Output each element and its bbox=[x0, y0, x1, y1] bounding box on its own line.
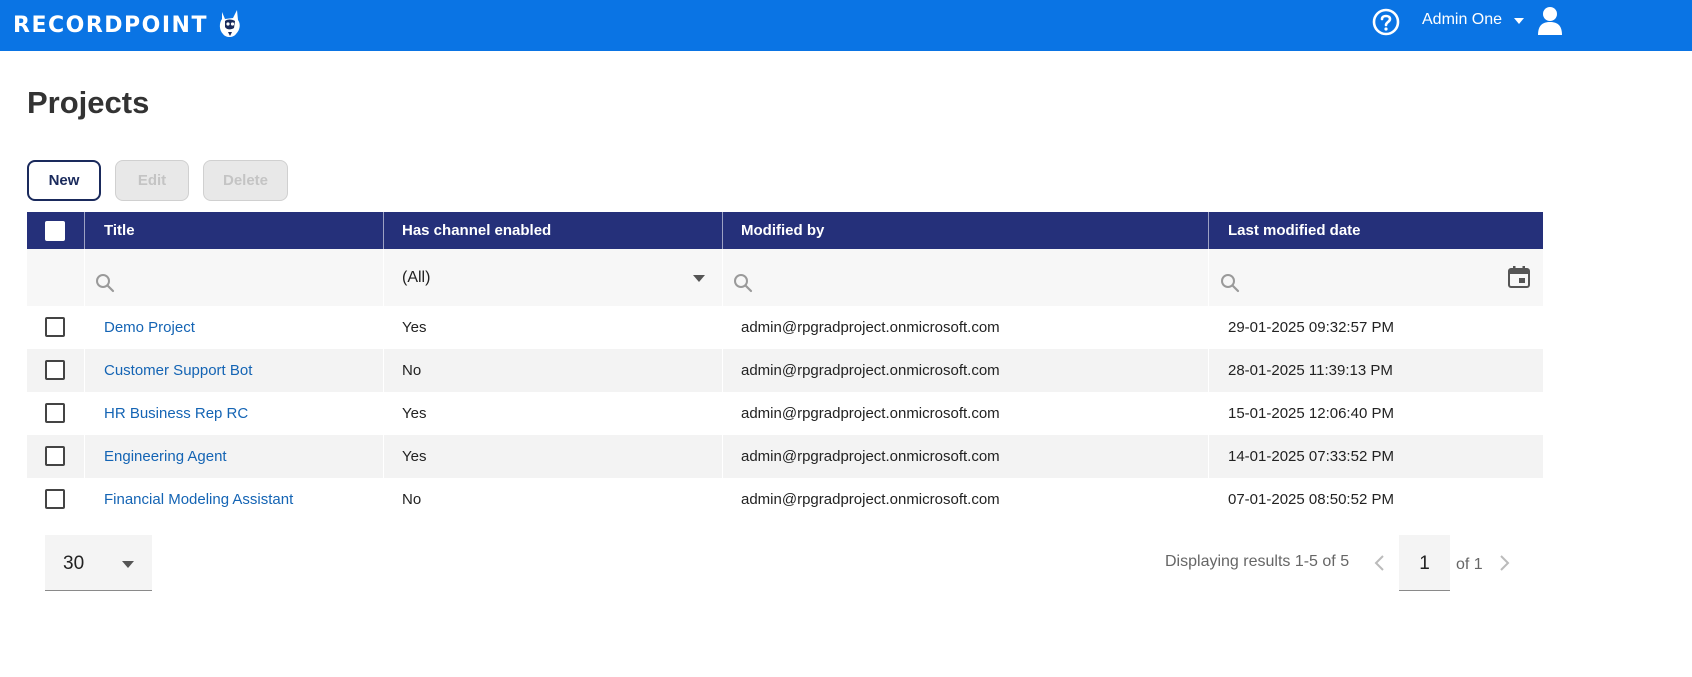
lynx-logo-icon bbox=[219, 10, 240, 37]
column-header-last-modified[interactable]: Last modified date bbox=[1228, 212, 1361, 249]
filter-row: (All) bbox=[27, 249, 1543, 306]
modified-date-value: 15-01-2025 12:06:40 PM bbox=[1228, 405, 1394, 422]
project-title-link[interactable]: Demo Project bbox=[104, 319, 195, 336]
column-header-title[interactable]: Title bbox=[104, 212, 135, 249]
column-divider bbox=[1208, 249, 1209, 306]
brand-name: RECORDPOINT bbox=[13, 12, 208, 38]
column-divider bbox=[84, 435, 85, 478]
column-divider bbox=[1208, 306, 1209, 349]
modified-date-value: 29-01-2025 09:32:57 PM bbox=[1228, 319, 1394, 336]
page-size-select[interactable]: 30 bbox=[45, 535, 152, 591]
table-row[interactable]: HR Business Rep RC Yes admin@rpgradproje… bbox=[27, 392, 1543, 435]
select-all-checkbox[interactable] bbox=[45, 221, 65, 241]
page-size-value: 30 bbox=[63, 553, 85, 574]
total-pages: of 1 bbox=[1456, 556, 1483, 573]
column-divider bbox=[84, 306, 85, 349]
modified-by-value: admin@rpgradproject.onmicrosoft.com bbox=[741, 491, 1000, 508]
column-divider bbox=[84, 249, 85, 306]
user-menu-name[interactable]: Admin One bbox=[1422, 11, 1502, 29]
search-icon[interactable] bbox=[95, 273, 115, 293]
column-divider bbox=[84, 478, 85, 521]
has-channel-value: No bbox=[402, 362, 422, 379]
column-divider bbox=[1208, 478, 1209, 521]
project-title-link[interactable]: HR Business Rep RC bbox=[104, 405, 248, 422]
chevron-right-icon[interactable] bbox=[1497, 554, 1511, 572]
column-divider bbox=[1208, 435, 1209, 478]
project-title-link[interactable]: Financial Modeling Assistant bbox=[104, 491, 293, 508]
search-icon[interactable] bbox=[733, 273, 753, 293]
column-divider bbox=[722, 392, 723, 435]
table-row[interactable]: Engineering Agent Yes admin@rpgradprojec… bbox=[27, 435, 1543, 478]
has-channel-value: Yes bbox=[402, 448, 427, 465]
column-divider bbox=[1208, 349, 1209, 392]
row-checkbox[interactable] bbox=[45, 360, 65, 380]
modified-date-value: 28-01-2025 11:39:13 PM bbox=[1228, 362, 1393, 379]
row-checkbox[interactable] bbox=[45, 317, 65, 337]
table-row[interactable]: Demo Project Yes admin@rpgradproject.onm… bbox=[27, 306, 1543, 349]
modified-by-value: admin@rpgradproject.onmicrosoft.com bbox=[741, 405, 1000, 422]
project-title-link[interactable]: Customer Support Bot bbox=[104, 362, 252, 379]
column-divider bbox=[722, 249, 723, 306]
row-checkbox[interactable] bbox=[45, 446, 65, 466]
column-divider bbox=[383, 392, 384, 435]
column-header-has-channel[interactable]: Has channel enabled bbox=[402, 212, 551, 249]
has-channel-value: Yes bbox=[402, 319, 427, 336]
recordpoint-logo[interactable]: RECORDPOINT bbox=[13, 10, 242, 40]
table-row[interactable]: Customer Support Bot No admin@rpgradproj… bbox=[27, 349, 1543, 392]
delete-button[interactable]: Delete bbox=[203, 160, 288, 201]
row-checkbox[interactable] bbox=[45, 489, 65, 509]
column-divider bbox=[383, 306, 384, 349]
column-divider bbox=[722, 212, 723, 249]
column-divider bbox=[722, 306, 723, 349]
column-divider bbox=[722, 478, 723, 521]
column-divider bbox=[383, 212, 384, 249]
has-channel-value: Yes bbox=[402, 405, 427, 422]
column-divider bbox=[1208, 212, 1209, 249]
edit-button[interactable]: Edit bbox=[115, 160, 189, 201]
column-divider bbox=[722, 349, 723, 392]
modified-by-value: admin@rpgradproject.onmicrosoft.com bbox=[741, 319, 1000, 336]
new-button[interactable]: New bbox=[27, 160, 101, 201]
chevron-down-icon bbox=[122, 561, 134, 568]
modified-date-value: 07-01-2025 08:50:52 PM bbox=[1228, 491, 1394, 508]
modified-date-value: 14-01-2025 07:33:52 PM bbox=[1228, 448, 1394, 465]
column-divider bbox=[84, 349, 85, 392]
column-divider bbox=[84, 392, 85, 435]
help-icon[interactable] bbox=[1371, 7, 1401, 37]
column-divider bbox=[383, 435, 384, 478]
column-divider bbox=[84, 212, 85, 249]
column-divider bbox=[383, 349, 384, 392]
top-navigation-bar: RECORDPOINT Admin One bbox=[0, 0, 1692, 51]
column-divider bbox=[383, 249, 384, 306]
chevron-down-icon[interactable] bbox=[693, 275, 705, 282]
chevron-left-icon[interactable] bbox=[1373, 554, 1387, 572]
page-title: Projects bbox=[27, 85, 150, 120]
column-header-modified-by[interactable]: Modified by bbox=[741, 212, 824, 249]
row-checkbox[interactable] bbox=[45, 403, 65, 423]
current-page-input[interactable]: 1 bbox=[1399, 535, 1450, 591]
project-title-link[interactable]: Engineering Agent bbox=[104, 448, 227, 465]
calendar-icon[interactable] bbox=[1507, 265, 1531, 289]
column-divider bbox=[722, 435, 723, 478]
has-channel-filter-select[interactable]: (All) bbox=[402, 269, 430, 287]
table-header: Title Has channel enabled Modified by La… bbox=[27, 212, 1543, 249]
has-channel-value: No bbox=[402, 491, 422, 508]
user-icon[interactable] bbox=[1537, 5, 1563, 35]
results-summary: Displaying results 1-5 of 5 bbox=[1165, 553, 1350, 570]
caret-down-icon[interactable] bbox=[1514, 18, 1524, 24]
table-row[interactable]: Financial Modeling Assistant No admin@rp… bbox=[27, 478, 1543, 521]
modified-by-value: admin@rpgradproject.onmicrosoft.com bbox=[741, 448, 1000, 465]
column-divider bbox=[1208, 392, 1209, 435]
current-page-value: 1 bbox=[1419, 553, 1430, 574]
modified-by-value: admin@rpgradproject.onmicrosoft.com bbox=[741, 362, 1000, 379]
search-icon[interactable] bbox=[1220, 273, 1240, 293]
column-divider bbox=[383, 478, 384, 521]
